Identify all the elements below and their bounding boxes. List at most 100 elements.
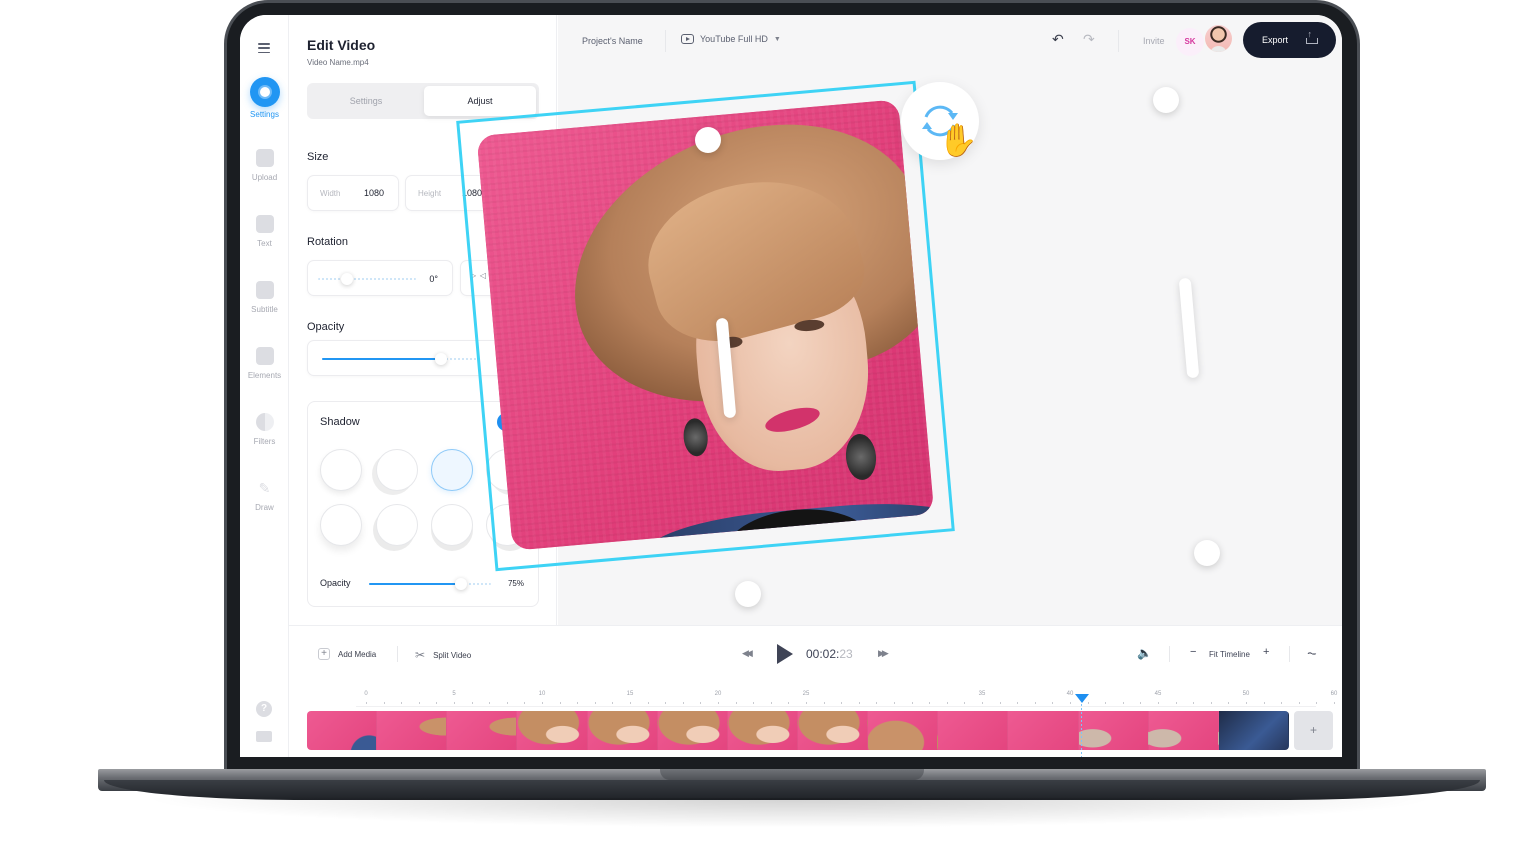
ruler-tick — [506, 702, 508, 704]
zoom-out-button[interactable]: − — [1190, 646, 1196, 658]
timecode-main: 00:02: — [806, 647, 840, 661]
sidebar-item-subtitle[interactable]: Subtitle — [240, 281, 289, 314]
export-label: Export — [1262, 35, 1289, 45]
waveform-icon[interactable]: ⏦ — [1307, 646, 1317, 661]
add-media-button[interactable]: + Add Media — [318, 648, 376, 660]
ruler-tick — [999, 702, 1001, 704]
ruler-tick — [682, 702, 684, 704]
volume-icon[interactable]: 🔈 — [1137, 646, 1152, 660]
shadow-opacity-knob[interactable] — [454, 578, 467, 590]
undo-icon[interactable]: ↶ — [1052, 31, 1064, 48]
ruler-label: 45 — [1154, 691, 1162, 697]
clip-frame — [587, 711, 658, 750]
clip-frame — [868, 711, 939, 750]
ruler-label: 0 — [364, 691, 368, 697]
shadow-opacity-fill — [369, 583, 461, 585]
playhead-line — [1081, 704, 1082, 757]
panel-title: Edit Video — [307, 37, 376, 53]
ruler-tick — [524, 702, 526, 704]
ruler-tick — [788, 702, 790, 704]
width-value: 1080 — [363, 188, 384, 198]
rotation-label: Rotation — [307, 236, 348, 248]
shadow-preset-selected[interactable] — [431, 449, 473, 491]
user-avatar[interactable] — [1205, 25, 1232, 52]
resize-handle-top-right[interactable] — [1153, 87, 1179, 113]
rotation-value: 0° — [429, 274, 438, 284]
ruler-tick — [1334, 702, 1335, 704]
tab-settings[interactable]: Settings — [310, 86, 422, 116]
shadow-preset[interactable] — [431, 504, 473, 546]
shadow-preset[interactable] — [320, 504, 362, 546]
ruler-label: 20 — [714, 691, 722, 697]
shadow-preset[interactable] — [320, 449, 362, 491]
rotation-slider-knob[interactable] — [341, 273, 354, 285]
sidebar-item-label: Subtitle — [251, 305, 278, 314]
rotation-control: 0° — [307, 260, 453, 296]
collaborator-avatar[interactable]: SK — [1176, 28, 1204, 56]
ruler-tick — [929, 702, 931, 704]
zoom-in-button[interactable]: + — [1263, 646, 1269, 658]
ruler-tick — [1193, 702, 1195, 704]
export-button[interactable]: Export — [1243, 22, 1336, 58]
ruler-tick — [1105, 702, 1107, 704]
preset-dropdown[interactable]: YouTube Full HD ▼ — [681, 34, 781, 44]
size-label: Size — [307, 151, 329, 163]
sidebar-item-settings[interactable]: Settings — [240, 77, 289, 119]
shadow-preset[interactable] — [376, 504, 418, 546]
laptop-shadow — [140, 798, 1440, 828]
playhead[interactable] — [1075, 694, 1089, 703]
rewind-icon[interactable]: ◀◀ — [742, 648, 753, 659]
fast-forward-icon[interactable]: ▶▶ — [878, 648, 889, 659]
sidebar-item-elements[interactable]: Elements — [240, 347, 289, 380]
ruler-tick — [1263, 702, 1265, 704]
sidebar-item-upload[interactable]: Upload — [240, 149, 289, 182]
tab-adjust[interactable]: Adjust — [424, 86, 536, 116]
ruler-tick — [489, 702, 491, 704]
divider — [397, 646, 398, 662]
rotation-slider-track[interactable] — [318, 278, 416, 280]
divider — [1289, 646, 1290, 662]
clip-frame — [657, 711, 728, 750]
sidebar-item-filters[interactable]: Filters — [240, 413, 289, 446]
question-icon[interactable]: ? — [256, 701, 272, 717]
play-button[interactable] — [777, 644, 793, 664]
ruler-tick — [770, 702, 772, 704]
timeline-ruler[interactable]: 0 5 10 15 20 25 35 40 45 50 60 — [356, 691, 1337, 707]
redo-icon[interactable]: ↷ — [1083, 31, 1095, 48]
project-name[interactable]: Project's Name — [582, 36, 643, 46]
sidebar-item-label: Filters — [253, 437, 276, 446]
sidebar-item-label: Upload — [251, 173, 278, 182]
add-clip-button[interactable]: + — [1294, 711, 1333, 750]
opacity-slider-fill — [322, 358, 441, 360]
ruler-tick — [612, 702, 614, 704]
shadow-preset[interactable] — [376, 449, 418, 491]
sidebar-item-draw[interactable]: ✎ Draw — [240, 479, 289, 512]
resize-handle-top-left[interactable] — [695, 127, 721, 153]
clip-strip[interactable] — [307, 711, 1289, 750]
width-field[interactable]: Width 1080 — [307, 175, 399, 211]
sidebar-item-text[interactable]: Text — [240, 215, 289, 248]
fit-timeline-button[interactable]: Fit Timeline — [1209, 650, 1250, 659]
invite-button[interactable]: Invite — [1143, 36, 1165, 46]
chevron-down-icon: ▼ — [773, 35, 781, 43]
grab-cursor-icon: ✋ — [938, 122, 978, 158]
opacity-slider-knob[interactable] — [434, 353, 447, 365]
selected-media[interactable] — [456, 80, 955, 572]
divider — [665, 30, 666, 52]
resize-handle-bottom-left[interactable] — [735, 581, 761, 607]
clip-frame — [377, 711, 448, 750]
ruler-tick — [418, 702, 420, 704]
keyboard-icon[interactable] — [256, 731, 272, 742]
ruler-label: 50 — [1242, 691, 1250, 697]
split-video-button[interactable]: ✂ Split Video — [415, 648, 471, 662]
resize-handle-bottom-right[interactable] — [1194, 540, 1220, 566]
ruler-tick — [1017, 702, 1019, 704]
laptop-bottom — [104, 780, 1480, 800]
laptop-notch — [660, 769, 924, 780]
ruler-tick — [559, 702, 561, 704]
ruler-tick — [542, 702, 543, 704]
clip-frame — [1078, 711, 1149, 750]
ruler-tick — [1122, 702, 1124, 704]
menu-icon[interactable] — [258, 43, 270, 53]
ruler-tick — [366, 702, 367, 704]
